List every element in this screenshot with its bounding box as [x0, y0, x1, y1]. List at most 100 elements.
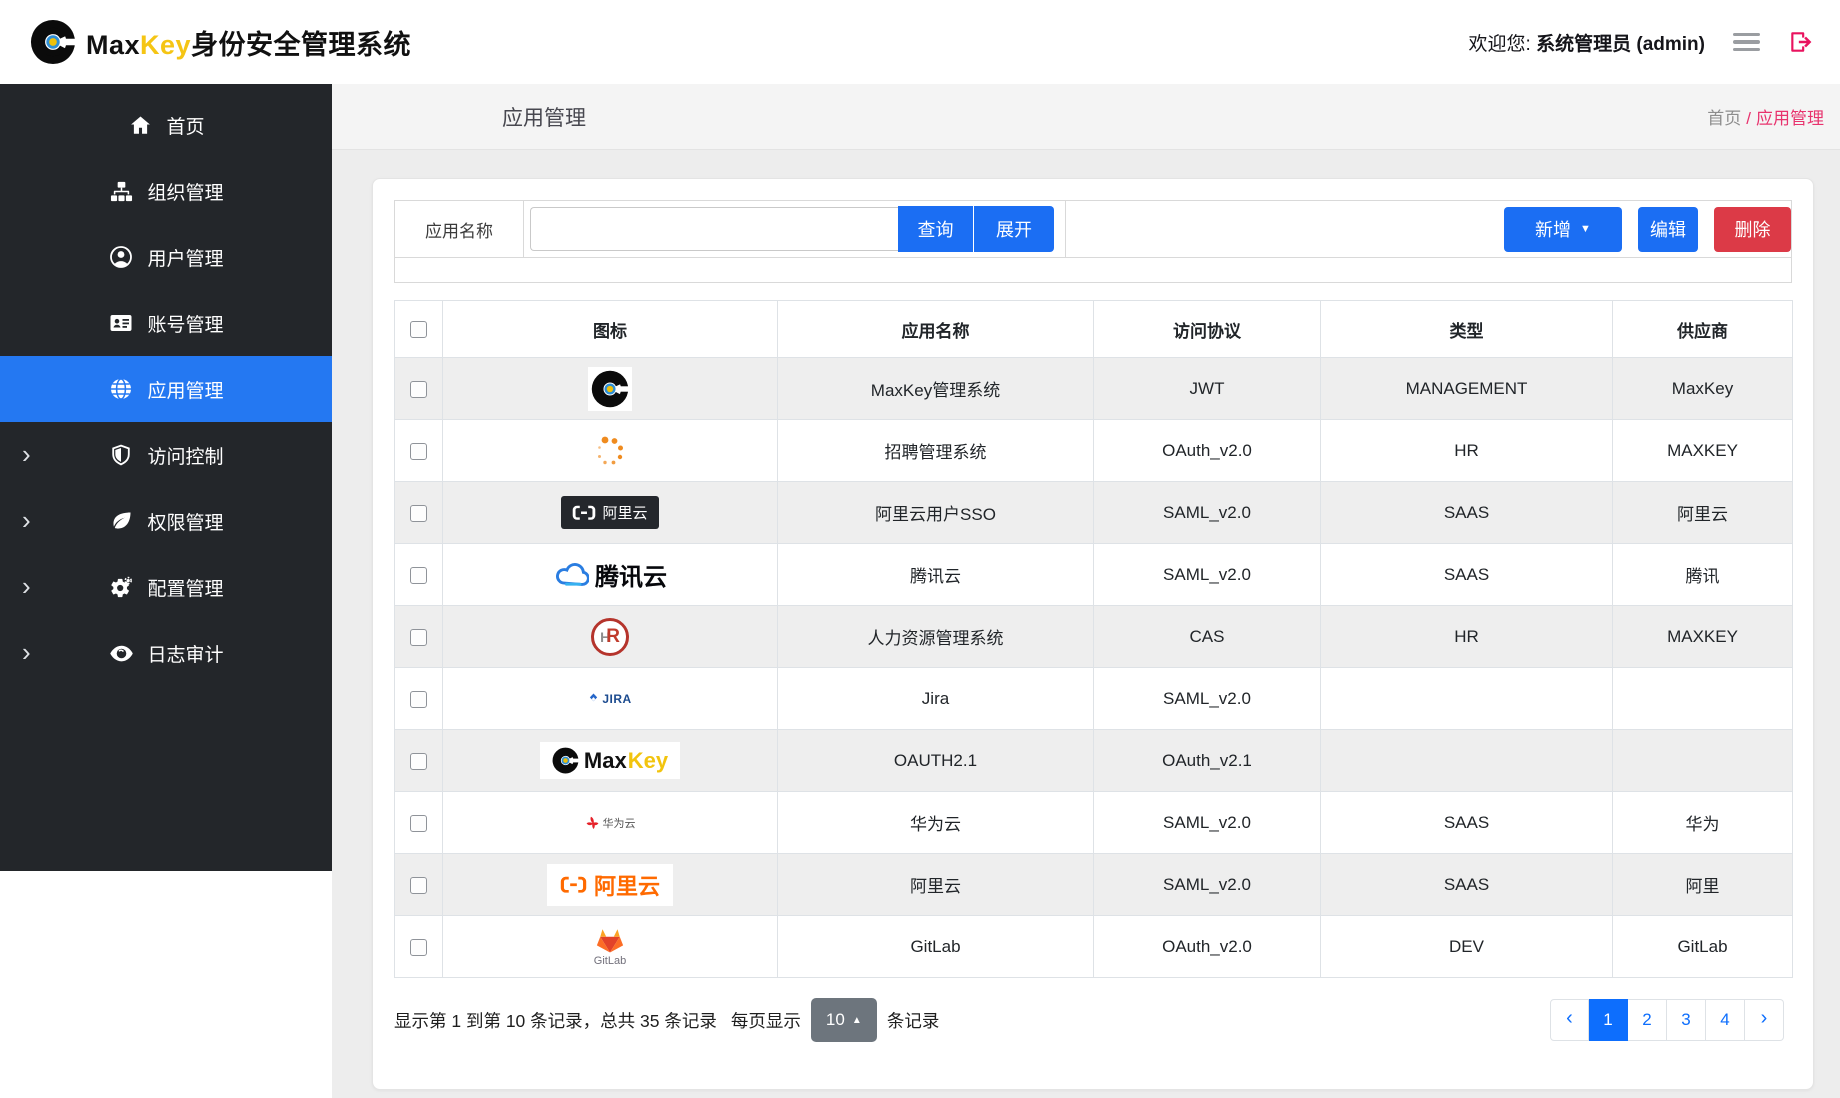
- content-card: 应用名称 查询 展开 新增▼ 编辑 删除: [372, 178, 1814, 1090]
- sidebar-item-label: 首页: [166, 112, 204, 139]
- query-button[interactable]: 查询: [898, 206, 973, 252]
- vendor-cell: 阿里: [1613, 854, 1793, 916]
- table-row[interactable]: 华为云华为云SAML_v2.0SAAS华为: [395, 792, 1793, 854]
- sidebar-item-access[interactable]: ›访问控制: [0, 422, 332, 488]
- vendor-cell: MaxKey: [1613, 358, 1793, 420]
- sidebar-item-perm[interactable]: ›权限管理: [0, 488, 332, 554]
- row-checkbox[interactable]: [410, 505, 427, 522]
- vendor-cell: 阿里云: [1613, 482, 1793, 544]
- chevron-right-icon: ›: [22, 507, 31, 533]
- table-row[interactable]: 招聘管理系统OAuth_v2.0HRMAXKEY: [395, 420, 1793, 482]
- row-checkbox-cell: [395, 916, 443, 978]
- vendor-cell: 华为: [1613, 792, 1793, 854]
- protocol-cell: SAML_v2.0: [1094, 854, 1321, 916]
- filter-collapsed-area: [395, 258, 1791, 282]
- row-checkbox[interactable]: [410, 381, 427, 398]
- table-row[interactable]: 腾讯云腾讯云SAML_v2.0SAAS腾讯: [395, 544, 1793, 606]
- select-all-checkbox[interactable]: [410, 321, 427, 338]
- row-checkbox[interactable]: [410, 443, 427, 460]
- row-icon-cell: JIRA: [443, 668, 778, 730]
- row-icon-cell: [443, 420, 778, 482]
- header-actions: 欢迎您: 系统管理员 (admin): [1469, 29, 1814, 56]
- app-icon-huawei-cloud: 华为云: [443, 792, 777, 853]
- brand-key: Key: [140, 30, 191, 60]
- row-checkbox[interactable]: [410, 815, 427, 832]
- table-row[interactable]: JIRAJiraSAML_v2.0: [395, 668, 1793, 730]
- sidebar-item-label: 配置管理: [147, 574, 223, 601]
- chevron-right-icon: ›: [22, 573, 31, 599]
- app-icon-aliyun-orange: 阿里云: [443, 854, 777, 915]
- protocol-cell: SAML_v2.0: [1094, 544, 1321, 606]
- search-input[interactable]: [530, 207, 898, 251]
- sidebar-menu: 首页组织管理用户管理账号管理应用管理›访问控制›权限管理›配置管理›日志审计: [0, 84, 332, 871]
- row-checkbox-cell: [395, 606, 443, 668]
- sidebar-item-org[interactable]: 组织管理: [0, 158, 332, 224]
- search-label: 应用名称: [395, 201, 524, 257]
- row-checkbox-cell: [395, 854, 443, 916]
- current-user: 系统管理员 (admin): [1536, 34, 1705, 55]
- app-name-cell: OAUTH2.1: [778, 730, 1094, 792]
- row-icon-cell: 腾讯云: [443, 544, 778, 606]
- app-name-cell: GitLab: [778, 916, 1094, 978]
- sidebar-item-user[interactable]: 用户管理: [0, 224, 332, 290]
- vendor-cell: 腾讯: [1613, 544, 1793, 606]
- menu-toggle-icon[interactable]: [1733, 33, 1760, 52]
- expand-button[interactable]: 展开: [974, 206, 1054, 252]
- pagination-next[interactable]: ›: [1745, 999, 1784, 1041]
- row-checkbox[interactable]: [410, 691, 427, 708]
- app-name-cell: MaxKey管理系统: [778, 358, 1094, 420]
- table-row[interactable]: HR人力资源管理系统CASHRMAXKEY: [395, 606, 1793, 668]
- sidebar-item-account[interactable]: 账号管理: [0, 290, 332, 356]
- row-checkbox[interactable]: [410, 877, 427, 894]
- table-row[interactable]: GitLabGitLabOAuth_v2.0DEVGitLab: [395, 916, 1793, 978]
- app-name-cell: 招聘管理系统: [778, 420, 1094, 482]
- protocol-cell: JWT: [1094, 358, 1321, 420]
- row-checkbox[interactable]: [410, 939, 427, 956]
- row-icon-cell: HR: [443, 606, 778, 668]
- breadcrumb: 首页/应用管理: [1707, 104, 1824, 129]
- sidebar-item-config[interactable]: › 配置管理: [0, 554, 332, 620]
- gear-icon: [108, 575, 134, 599]
- column-header-4: 供应商: [1613, 301, 1793, 358]
- pagination-page-2[interactable]: 2: [1628, 999, 1667, 1041]
- column-header-1: 应用名称: [778, 301, 1094, 358]
- table-row[interactable]: MaxKeyOAUTH2.1OAuth_v2.1: [395, 730, 1793, 792]
- page-title: 应用管理: [502, 102, 586, 132]
- table-row[interactable]: 阿里云阿里云用户SSOSAML_v2.0SAAS阿里云: [395, 482, 1793, 544]
- pagination-page-4[interactable]: 4: [1706, 999, 1745, 1041]
- sitemap-icon: [108, 180, 134, 203]
- table-row[interactable]: 阿里云阿里云SAML_v2.0SAAS阿里: [395, 854, 1793, 916]
- breadcrumb-home[interactable]: 首页: [1707, 109, 1741, 128]
- row-icon-cell: 阿里云: [443, 482, 778, 544]
- vendor-cell: MAXKEY: [1613, 420, 1793, 482]
- delete-button[interactable]: 删除: [1714, 207, 1791, 252]
- row-checkbox[interactable]: [410, 567, 427, 584]
- page-size-select[interactable]: 10▲: [811, 998, 877, 1042]
- logout-icon[interactable]: [1788, 29, 1814, 55]
- edit-button[interactable]: 编辑: [1638, 207, 1698, 252]
- row-checkbox[interactable]: [410, 753, 427, 770]
- protocol-cell: OAuth_v2.0: [1094, 420, 1321, 482]
- vendor-cell: MAXKEY: [1613, 606, 1793, 668]
- sidebar-item-audit[interactable]: ›日志审计: [0, 620, 332, 686]
- sidebar-item-label: 应用管理: [147, 376, 223, 403]
- type-cell: DEV: [1321, 916, 1613, 978]
- table-row[interactable]: MaxKey管理系统JWTMANAGEMENTMaxKey: [395, 358, 1793, 420]
- row-checkbox[interactable]: [410, 629, 427, 646]
- type-cell: [1321, 668, 1613, 730]
- id-card-icon: [108, 311, 134, 335]
- sidebar-item-home[interactable]: 首页: [0, 92, 332, 158]
- brand-max: Max: [86, 30, 140, 60]
- add-button[interactable]: 新增▼: [1504, 207, 1622, 252]
- chevron-right-icon: ›: [22, 639, 31, 665]
- row-icon-cell: GitLab: [443, 916, 778, 978]
- pagination-page-1[interactable]: 1: [1589, 999, 1628, 1041]
- pagination-prev[interactable]: ‹: [1550, 999, 1589, 1041]
- app-icon-maxkey-logo: [443, 358, 777, 419]
- pagination-page-3[interactable]: 3: [1667, 999, 1706, 1041]
- column-header-3: 类型: [1321, 301, 1613, 358]
- select-all-cell: [395, 301, 443, 358]
- maxkey-logo-icon: [30, 19, 76, 65]
- sidebar-item-app[interactable]: 应用管理: [0, 356, 332, 422]
- row-checkbox-cell: [395, 730, 443, 792]
